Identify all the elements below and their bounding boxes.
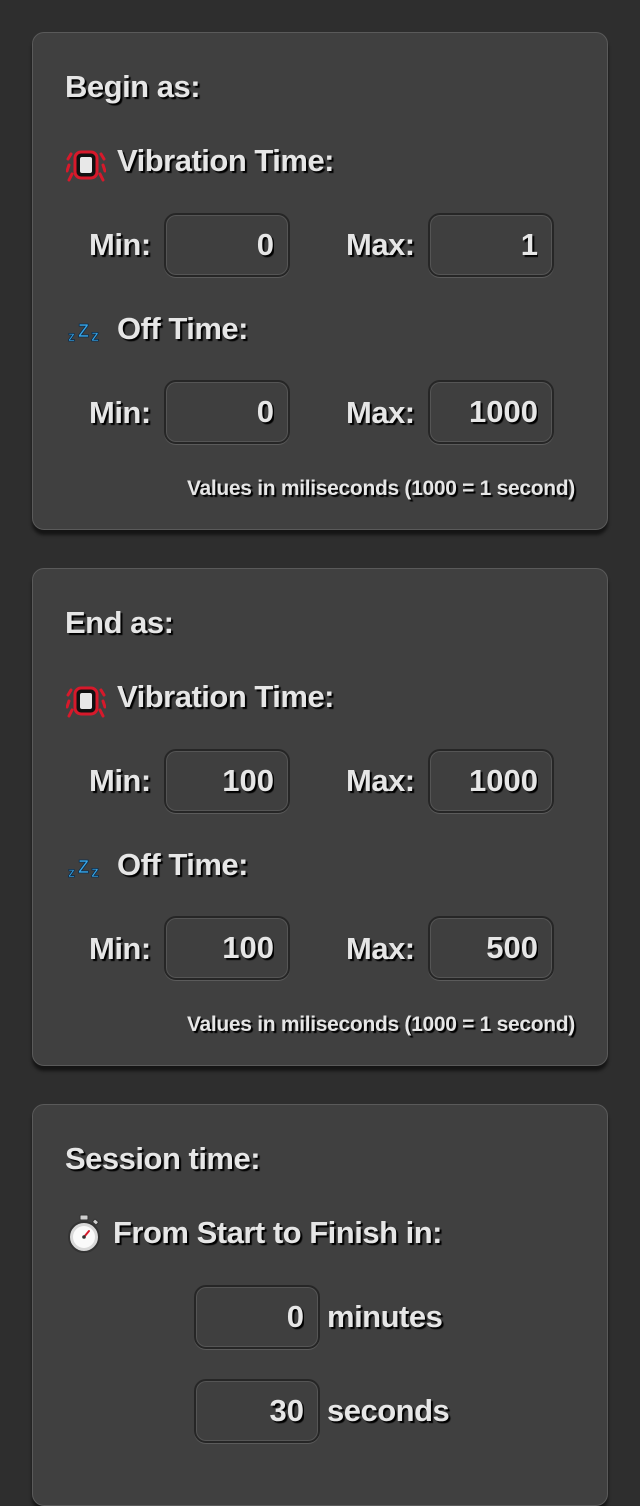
begin-off-min-input[interactable] bbox=[164, 380, 290, 444]
end-vibration-max-label: Max: bbox=[346, 763, 415, 798]
svg-text:Z: Z bbox=[78, 321, 89, 341]
session-title: Session time: bbox=[65, 1141, 261, 1176]
begin-vibration-label: Vibration Time: bbox=[117, 143, 335, 178]
session-minutes-input[interactable] bbox=[194, 1285, 320, 1349]
svg-text:z: z bbox=[68, 328, 75, 344]
begin-units-note: Values in miliseconds (1000 = 1 second) bbox=[186, 477, 575, 500]
svg-text:z: z bbox=[91, 864, 99, 881]
end-off-label: Off Time: bbox=[117, 847, 249, 882]
begin-vibration-max-label: Max: bbox=[346, 227, 415, 262]
begin-off-min-label: Min: bbox=[89, 395, 151, 430]
session-seconds-input[interactable] bbox=[194, 1379, 320, 1443]
end-panel: End as: Vibration Time: Min: Max: z Z z … bbox=[32, 568, 608, 1066]
end-units-note: Values in miliseconds (1000 = 1 second) bbox=[186, 1013, 575, 1036]
session-duration-label: From Start to Finish in: bbox=[113, 1215, 443, 1250]
end-off-min-input[interactable] bbox=[164, 916, 290, 980]
session-panel: Session time: From Start to Finish in: m… bbox=[32, 1104, 608, 1506]
session-seconds-label: seconds bbox=[327, 1393, 450, 1428]
stopwatch-icon bbox=[68, 1214, 100, 1253]
end-off-max-label: Max: bbox=[346, 931, 415, 966]
vibration-icon bbox=[66, 686, 106, 718]
end-vibration-min-input[interactable] bbox=[164, 749, 290, 813]
begin-off-label: Off Time: bbox=[117, 311, 249, 346]
svg-text:Z: Z bbox=[78, 857, 89, 877]
begin-title: Begin as: bbox=[65, 69, 201, 104]
end-title: End as: bbox=[65, 605, 174, 640]
sleep-zzz-icon: z Z z bbox=[68, 857, 100, 881]
session-minutes-label: minutes bbox=[327, 1299, 443, 1334]
end-off-max-input[interactable] bbox=[428, 916, 554, 980]
svg-text:z: z bbox=[91, 328, 99, 345]
begin-vibration-min-input[interactable] bbox=[164, 213, 290, 277]
vibration-icon bbox=[66, 150, 106, 182]
end-vibration-max-input[interactable] bbox=[428, 749, 554, 813]
begin-off-max-label: Max: bbox=[346, 395, 415, 430]
sleep-zzz-icon: z Z z bbox=[68, 321, 100, 345]
begin-vibration-min-label: Min: bbox=[89, 227, 151, 262]
end-vibration-min-label: Min: bbox=[89, 763, 151, 798]
end-off-min-label: Min: bbox=[89, 931, 151, 966]
begin-vibration-max-input[interactable] bbox=[428, 213, 554, 277]
svg-text:z: z bbox=[68, 864, 75, 880]
begin-off-max-input[interactable] bbox=[428, 380, 554, 444]
end-vibration-label: Vibration Time: bbox=[117, 679, 335, 714]
begin-panel: Begin as: Vibration Time: Min: Max: z Z … bbox=[32, 32, 608, 530]
